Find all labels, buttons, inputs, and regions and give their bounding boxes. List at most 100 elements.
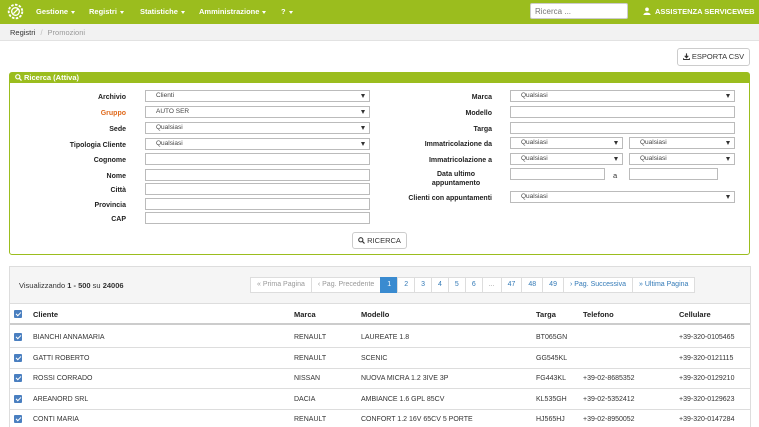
label-tipologia-cliente: Tipologia Cliente [69, 142, 126, 149]
table-row[interactable]: GATTI ROBERTO RENAULT SCENIC GG545KL +39-320… [10, 348, 750, 369]
nome-input[interactable] [145, 169, 370, 181]
label-targa: Targa [473, 126, 492, 133]
table-row[interactable]: ROSSI CORRADO NISSAN NUOVA MICRA 1.2 3IVE … [10, 368, 750, 389]
cell-telefono: +39-02-8685352 [583, 375, 635, 382]
table-row[interactable]: BIANCHI ANNAMARIA RENAULT LAUREATE 1.8 BT06… [10, 327, 750, 348]
ricerca-label: RICERCA [367, 236, 401, 245]
column-header-targa[interactable]: Targa [536, 304, 556, 325]
gear-wrench-icon[interactable] [7, 3, 24, 20]
nav-menu-statistiche[interactable]: Statistiche [140, 0, 185, 24]
immatricolazione-a-month-select[interactable]: Qualsiasi [510, 153, 623, 165]
breadcrumb: Registri / Promozioni [0, 24, 759, 41]
pagination-item[interactable]: 47 [500, 277, 523, 293]
cell-cellulare: +39-320-0121115 [679, 354, 734, 362]
row-checkbox[interactable] [14, 333, 22, 341]
cell-marca: RENAULT [294, 354, 327, 362]
nav-menu-registri[interactable]: Registri [89, 0, 124, 24]
cell-marca: RENAULT [294, 416, 327, 423]
data-ultimo-a-input[interactable] [629, 168, 718, 180]
top-navbar: Gestione Registri Statistiche Amministra… [0, 0, 759, 24]
provincia-input[interactable] [145, 198, 370, 210]
pagination-item[interactable]: » Ultima Pagina [632, 277, 696, 293]
caret-down-icon [262, 10, 267, 14]
clienti-con-appuntamenti-select[interactable]: Qualsiasi [510, 191, 735, 203]
label-modello: Modello [465, 110, 492, 117]
sede-select[interactable]: Qualsiasi [145, 122, 370, 134]
label-citta: Città [110, 187, 126, 194]
cognome-input[interactable] [145, 153, 370, 165]
label-gruppo: Gruppo [100, 110, 126, 117]
pagination-item[interactable]: 3 [414, 277, 433, 293]
cell-modello: SCENIC [361, 354, 388, 362]
pagination-item[interactable]: 1 [380, 277, 399, 293]
cell-cellulare: +39-320-0129210 [679, 375, 735, 382]
modello-input[interactable] [510, 106, 735, 118]
table-row[interactable]: CONTI MARIA RENAULT CONFORT 1.2 16V 65CV 5… [10, 409, 750, 427]
column-header-modello[interactable]: Modello [361, 304, 389, 325]
cell-cliente: CONTI MARIA [33, 416, 79, 423]
row-checkbox[interactable] [14, 415, 22, 423]
tipologia-cliente-select[interactable]: Qualsiasi [145, 138, 370, 150]
cell-marca: DACIA [294, 395, 316, 403]
nav-menu-gestione[interactable]: Gestione [36, 0, 76, 24]
search-panel-title: Ricerca (Attiva) [24, 73, 80, 82]
cell-targa: HJ565HJ [536, 416, 565, 423]
gruppo-select[interactable]: AUTO SER [145, 106, 370, 118]
pagination-item[interactable]: 2 [397, 277, 416, 293]
label-clienti-con-appuntamenti: Clienti con appuntamenti [408, 195, 492, 202]
cell-cellulare: +39-320-0105465 [679, 334, 735, 341]
data-ultimo-da-input[interactable] [510, 168, 605, 180]
immatricolazione-a-year-select[interactable]: Qualsiasi [629, 153, 735, 165]
cap-input[interactable] [145, 212, 370, 224]
immatricolazione-da-year-select[interactable]: Qualsiasi [629, 137, 735, 149]
caret-down-icon [71, 10, 76, 14]
cell-cellulare: +39-320-0147284 [679, 416, 735, 423]
date-range-separator: a [613, 171, 618, 180]
export-csv-button[interactable]: ESPORTA CSV [677, 48, 750, 66]
cell-cliente: GATTI ROBERTO [33, 354, 90, 362]
breadcrumb-separator: / [40, 28, 43, 37]
pagination-item[interactable]: 5 [447, 277, 466, 293]
download-icon [682, 53, 690, 60]
pagination: « Prima Pagina ‹ Pag. Precedente 1 2 3 4 5 6...… [250, 277, 696, 293]
pagination-item[interactable]: 49 [542, 277, 564, 293]
column-header-cliente[interactable]: Cliente [33, 304, 58, 325]
cell-telefono: +39-02-8950052 [583, 416, 635, 423]
label-nome: Nome [106, 173, 126, 180]
select-all-checkbox[interactable] [14, 310, 22, 318]
label-archivio: Archivio [97, 94, 126, 101]
citta-input[interactable] [145, 183, 370, 195]
cell-marca: NISSAN [294, 375, 321, 382]
label-sede: Sede [109, 126, 126, 133]
pagination-item[interactable]: 6 [464, 277, 483, 293]
row-checkbox[interactable] [14, 374, 22, 382]
breadcrumb-link-registri[interactable]: Registri [10, 28, 35, 37]
user-menu[interactable]: ASSISTENZA SERVICEWEB [643, 0, 755, 24]
results-count: Visualizzando 1 - 500 su 24006 [19, 281, 124, 290]
row-checkbox[interactable] [14, 353, 22, 362]
label-cognome: Cognome [93, 157, 126, 164]
cell-targa: FG443KL [536, 375, 566, 382]
cell-cliente: BIANCHI ANNAMARIA [33, 334, 105, 341]
column-header-telefono[interactable]: Telefono [583, 304, 614, 325]
marca-select[interactable]: Qualsiasi [510, 90, 735, 102]
row-checkbox[interactable] [14, 394, 22, 403]
immatricolazione-da-month-select[interactable]: Qualsiasi [510, 137, 623, 149]
pagination-item[interactable]: 48 [521, 277, 544, 293]
targa-input[interactable] [510, 122, 735, 134]
nav-menu-help[interactable]: ? [281, 0, 293, 24]
column-header-marca[interactable]: Marca [294, 304, 316, 325]
nav-menu-amministrazione[interactable]: Amministrazione [199, 0, 267, 24]
column-header-cellulare[interactable]: Cellulare [679, 304, 711, 325]
pagination-item[interactable]: 4 [431, 277, 449, 293]
label-immatricolazione-da: Immatricolazione da [424, 141, 492, 148]
pagination-item[interactable]: › Pag. Successiva [562, 277, 633, 293]
pagination-item: « Prima Pagina [250, 277, 312, 293]
table-header: Cliente Marca Modello Targa Telefono Cel… [10, 304, 750, 325]
export-csv-label: ESPORTA CSV [691, 52, 745, 61]
table-row[interactable]: AREANORD SRL DACIA AMBIANCE 1.6 GPL 85CV KL… [10, 389, 750, 410]
global-search-input[interactable] [530, 3, 628, 19]
cell-modello: LAUREATE 1.8 [361, 334, 410, 341]
ricerca-button[interactable]: RICERCA [352, 232, 407, 249]
archivio-select[interactable]: Clienti [145, 90, 370, 102]
